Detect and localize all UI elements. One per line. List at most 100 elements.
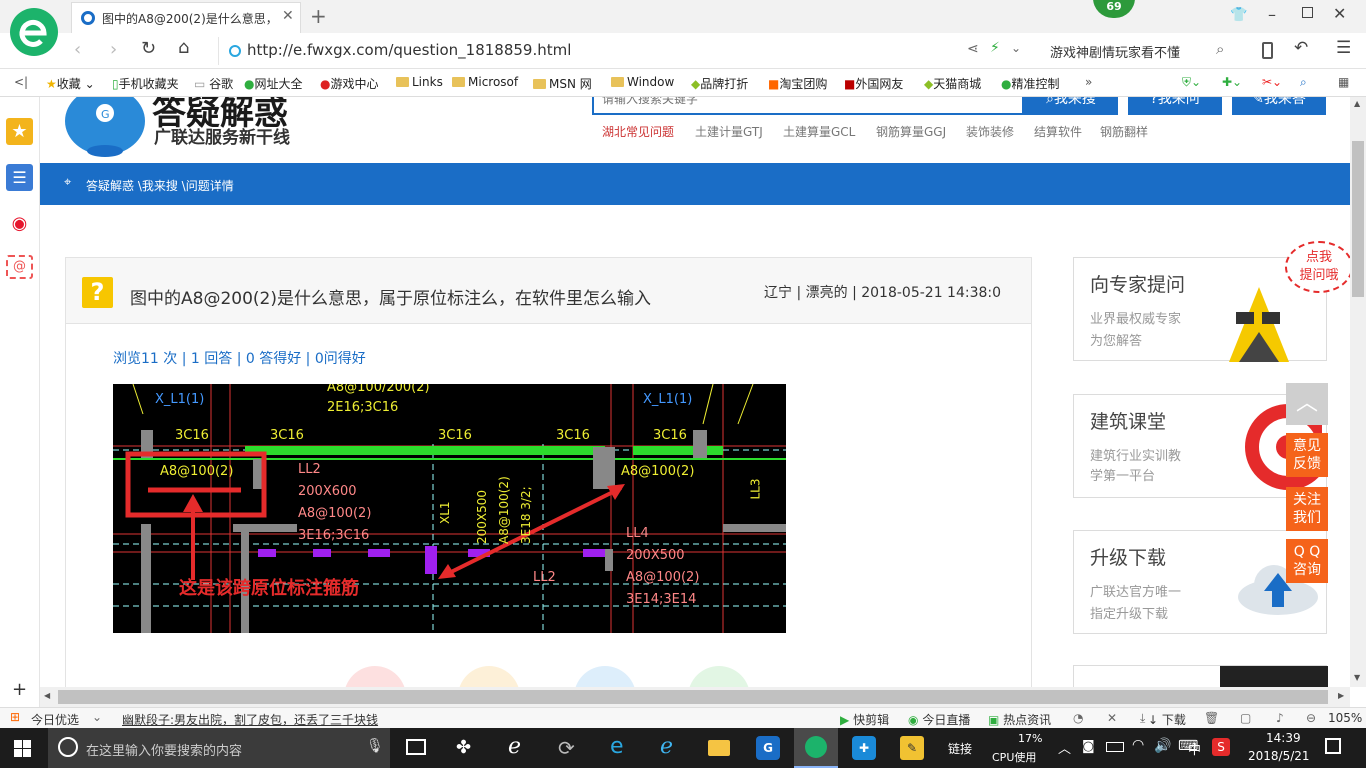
fav-item[interactable]: ◆天猫商城 [924, 75, 981, 92]
fav-item[interactable]: ▯手机收藏夹 [112, 75, 179, 92]
tray-app-icon[interactable]: ◙ [1082, 739, 1095, 754]
plus-ext-icon[interactable]: ✚⌄ [1222, 75, 1242, 89]
partial-card[interactable] [1073, 665, 1328, 687]
lightning-icon[interactable]: ⚡ [990, 40, 1000, 56]
live-item[interactable]: ◉ 今日直播 [908, 711, 970, 728]
undo-icon[interactable]: ↶ [1294, 38, 1308, 58]
zoom-icon[interactable]: ⌕ [1300, 75, 1307, 90]
tools-icon[interactable]: ✕ [1107, 711, 1117, 725]
answer-button[interactable]: ✎我来答 [1232, 97, 1326, 115]
downloads-item[interactable]: ↓ 下载 [1148, 711, 1186, 728]
horizontal-scrollbar[interactable]: ◀ ▶ [40, 687, 1350, 707]
vertical-scrollbar[interactable]: ▲ ▼ [1350, 97, 1366, 687]
fav-item[interactable]: ■外国网友 [844, 75, 903, 92]
today-picks[interactable]: 今日优选 [31, 711, 79, 728]
category-link[interactable]: 土建算量GCL [783, 123, 855, 140]
scroll-thumb[interactable] [1352, 141, 1364, 297]
quick-clip-item[interactable]: ▶ 快剪辑 [840, 711, 889, 728]
fav-item[interactable]: Links [396, 75, 443, 89]
hscroll-thumb[interactable] [58, 690, 1328, 704]
phone-icon[interactable] [1262, 42, 1273, 59]
news-ticker[interactable]: 幽默段子:男友出院，割了皮包，还丢了三千块钱 [122, 711, 378, 728]
grid-icon[interactable]: ▦ [1338, 75, 1349, 89]
feedback-button[interactable]: 意见 反馈 [1286, 433, 1328, 477]
wifi-icon[interactable]: ◠ [1132, 737, 1144, 753]
favbar-more-icon[interactable]: » [1085, 75, 1092, 89]
share-icon[interactable]: ⋖ [967, 41, 979, 57]
add-sidebar-icon[interactable]: + [12, 679, 27, 700]
ie-old-icon[interactable]: ℯ [508, 734, 521, 759]
shield-icon[interactable]: ⛨⌄ [1182, 75, 1201, 90]
file-explorer-icon[interactable] [708, 740, 730, 756]
microphone-icon[interactable]: 🎙 [366, 738, 384, 754]
windows-start-icon[interactable] [14, 740, 31, 757]
favbar-collapse-icon[interactable]: <| [14, 75, 28, 89]
scroll-left-icon[interactable]: ◀ [44, 691, 50, 700]
breadcrumb[interactable]: 答疑解惑 \我来搜 \问题详情 [86, 177, 234, 194]
fav-item[interactable]: Window [611, 75, 674, 89]
browser-tab[interactable]: 图中的A8@200(2)是什么意思，属 ✕ [71, 2, 301, 33]
weibo-icon[interactable]: ◉ [6, 210, 33, 237]
zoom-out-icon[interactable]: ⊖ [1306, 711, 1316, 725]
search-icon[interactable]: ⌕ [1216, 40, 1224, 58]
fav-item[interactable]: ●游戏中心 [320, 75, 379, 92]
sound-icon[interactable]: ♪ [1276, 711, 1284, 725]
task-view-icon[interactable] [406, 739, 426, 755]
plus-app-icon[interactable]: ✚ [852, 736, 876, 760]
swirl-app-icon[interactable]: ⟳ [558, 736, 575, 760]
clock-date[interactable]: 2018/5/21 [1248, 749, 1310, 763]
chevron-down-icon[interactable]: ⌄ [92, 710, 102, 724]
fav-item[interactable]: ◆品牌打折 [691, 75, 748, 92]
category-link[interactable]: 钢筋翻样 [1100, 123, 1148, 140]
search-hint[interactable]: 游戏神剧情玩家看不懂 [1050, 42, 1180, 61]
tray-expand-icon[interactable]: ︿ [1058, 738, 1071, 757]
active-browser-task[interactable] [794, 728, 838, 768]
follow-button[interactable]: 关注 我们 [1286, 487, 1328, 531]
category-link[interactable]: 土建计量GTJ [695, 123, 763, 140]
volume-icon[interactable]: 🔊 [1154, 738, 1171, 754]
qq-consult-button[interactable]: Q Q 咨询 [1286, 539, 1328, 583]
glodon-g-icon[interactable]: G [756, 736, 780, 760]
action-circle[interactable] [344, 666, 406, 687]
site-search-input[interactable] [592, 97, 1024, 115]
pin-icon[interactable]: ⤓ [1140, 711, 1145, 726]
tab-close-icon[interactable]: ✕ [282, 8, 294, 24]
category-link[interactable]: 钢筋算量GGJ [876, 123, 946, 140]
search-button[interactable]: ⌕我来搜 [1024, 97, 1118, 115]
restore-icon[interactable] [1302, 7, 1313, 18]
shirt-icon[interactable]: 👕 [1230, 7, 1247, 23]
notification-badge[interactable]: 69 [1093, 0, 1135, 18]
question-stats[interactable]: 浏览11 次 | 1 回答 | 0 答得好 | 0问得好 [113, 348, 366, 368]
close-window-icon[interactable]: ✕ [1333, 4, 1346, 23]
fav-item[interactable]: MSN 网 [533, 75, 592, 92]
window-icon[interactable]: ▢ [1240, 711, 1251, 725]
trash-icon[interactable]: 🗑 [1204, 711, 1219, 725]
ask-button[interactable]: ?我来问 [1128, 97, 1222, 115]
new-tab-icon[interactable]: + [310, 4, 327, 28]
home-icon[interactable]: ⌂ [178, 37, 189, 58]
dropdown-icon[interactable]: ⌄ [1011, 41, 1021, 55]
scroll-down-icon[interactable]: ▼ [1354, 673, 1360, 682]
notes-app-icon[interactable]: ✎ [900, 736, 924, 760]
browser-logo-icon[interactable] [10, 8, 58, 56]
scroll-up-icon[interactable]: ▲ [1354, 99, 1360, 108]
battery-icon[interactable] [1106, 742, 1124, 752]
forward-icon[interactable]: › [110, 39, 117, 60]
speed-icon[interactable]: ◔ [1073, 711, 1083, 725]
category-link[interactable]: 结算软件 [1034, 123, 1082, 140]
ie-icon[interactable]: ℯ [660, 734, 673, 759]
notification-center-icon[interactable] [1325, 738, 1341, 754]
mail-icon[interactable]: @ [6, 255, 33, 279]
star-icon[interactable]: ★ [6, 118, 33, 145]
back-to-top-button[interactable]: ︿ [1286, 383, 1328, 425]
refresh-icon[interactable]: ↻ [141, 38, 156, 59]
ime-indicator[interactable]: 中 [1188, 739, 1201, 758]
scroll-right-icon[interactable]: ▶ [1338, 691, 1344, 700]
fav-item[interactable]: Microsof [452, 75, 518, 89]
fav-item[interactable]: ■淘宝团购 [768, 75, 827, 92]
fav-item[interactable]: ★收藏 ⌄ [46, 75, 95, 92]
menu-icon[interactable]: ☰ [1336, 38, 1351, 58]
address-bar[interactable]: http://e.fwxgx.com/question_1818859.html… [218, 37, 1030, 65]
action-circle[interactable] [574, 666, 636, 687]
site-logo-mascot[interactable]: G [60, 97, 150, 159]
